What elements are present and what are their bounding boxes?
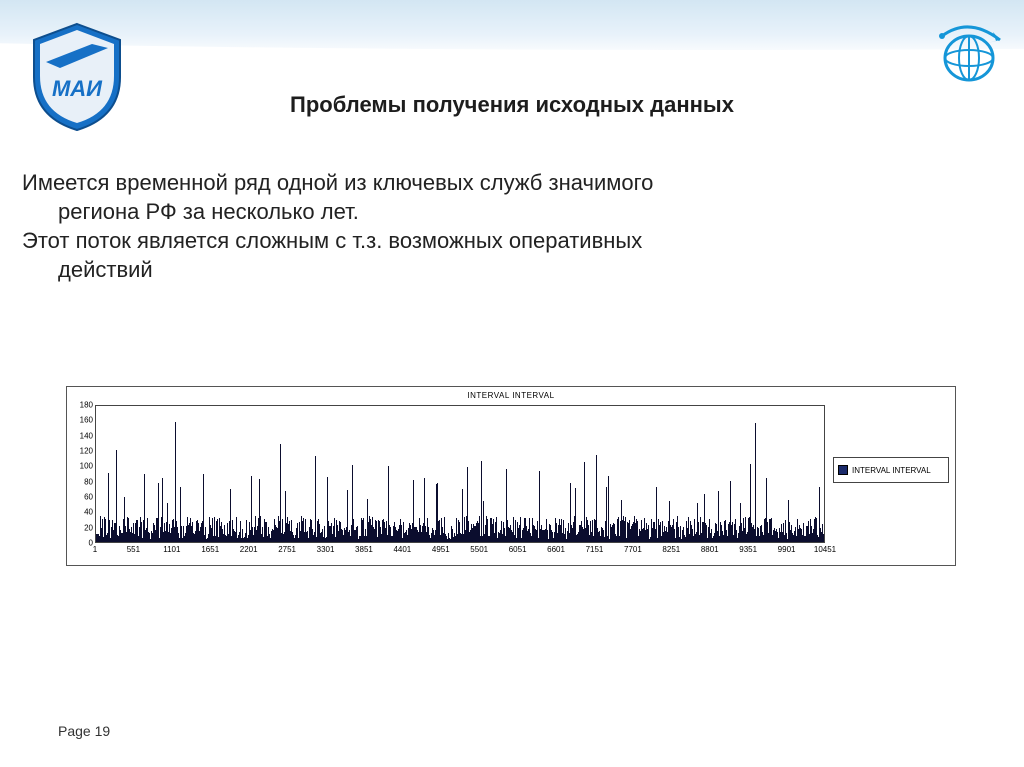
chart-title: INTERVAL INTERVAL	[67, 387, 955, 402]
x-tick-label: 10451	[814, 545, 836, 554]
y-tick-label: 140	[71, 431, 93, 440]
x-tick-label: 8251	[662, 545, 680, 554]
x-tick-label: 5501	[470, 545, 488, 554]
y-tick-label: 60	[71, 493, 93, 502]
x-tick-label: 1	[93, 545, 97, 554]
body-line2: Этот поток является сложным с т.з. возмо…	[22, 228, 642, 253]
x-tick-label: 3851	[355, 545, 373, 554]
legend-swatch-icon	[838, 465, 848, 475]
y-tick-label: 100	[71, 462, 93, 471]
body-line2b: действий	[22, 255, 984, 284]
x-axis-labels: 1 551 1101 1651 2201 2751 3301 3851 4401 4951 5501…	[95, 545, 825, 557]
x-tick-label: 551	[127, 545, 140, 554]
chart-plot-area	[95, 405, 825, 543]
body-line1b: региона РФ за несколько лет.	[22, 197, 984, 226]
y-tick-label: 160	[71, 416, 93, 425]
x-tick-label: 6051	[509, 545, 527, 554]
x-tick-label: 4401	[393, 545, 411, 554]
x-tick-label: 7151	[586, 545, 604, 554]
body-line1: Имеется временной ряд одной из ключевых …	[22, 170, 653, 195]
chart-legend: INTERVAL INTERVAL	[833, 457, 949, 483]
y-tick-label: 40	[71, 508, 93, 517]
y-tick-label: 80	[71, 477, 93, 486]
x-tick-label: 4951	[432, 545, 450, 554]
body-text: Имеется временной ряд одной из ключевых …	[22, 168, 984, 284]
x-tick-label: 1101	[163, 545, 180, 554]
y-tick-label: 120	[71, 447, 93, 456]
x-tick-label: 3301	[317, 545, 335, 554]
y-tick-label: 180	[71, 401, 93, 410]
chart-bars	[96, 406, 824, 542]
x-tick-label: 2751	[278, 545, 296, 554]
y-tick-label: 20	[71, 523, 93, 532]
slide-title: Проблемы получения исходных данных	[0, 92, 1024, 118]
chart-frame: INTERVAL INTERVAL 0 20 40 60 80 100 120 140 160 1…	[66, 386, 956, 566]
y-tick-label: 0	[71, 539, 93, 548]
legend-label: INTERVAL INTERVAL	[852, 466, 931, 475]
globe-logo	[934, 20, 1004, 90]
x-tick-label: 2201	[240, 545, 258, 554]
header-sweep	[0, 0, 1024, 58]
x-tick-label: 6601	[547, 545, 565, 554]
x-tick-label: 9351	[739, 545, 757, 554]
x-tick-label: 1651	[201, 545, 219, 554]
x-tick-label: 9901	[778, 545, 796, 554]
x-tick-label: 8801	[701, 545, 719, 554]
page-number: Page 19	[58, 723, 110, 739]
x-tick-label: 7701	[624, 545, 642, 554]
y-axis-labels: 020406080100120140160180	[71, 405, 93, 543]
